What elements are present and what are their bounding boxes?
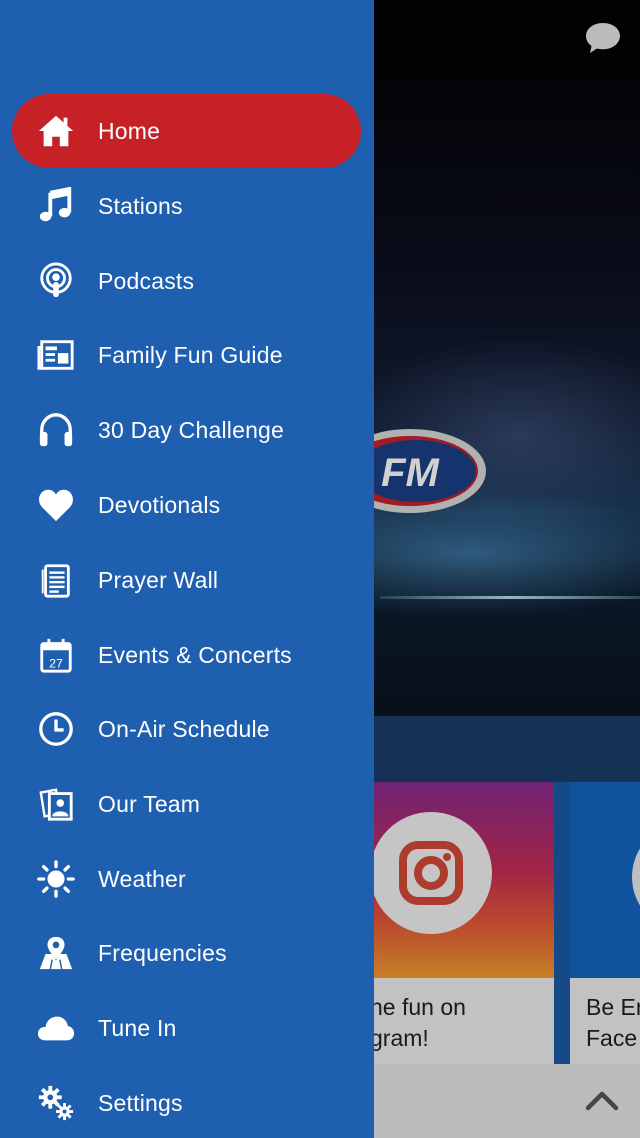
- nav-item-frequencies[interactable]: Frequencies: [12, 916, 361, 990]
- nav-label: Settings: [98, 1089, 183, 1116]
- nav-label: Tune In: [98, 1014, 177, 1041]
- nav-label: Home: [98, 117, 161, 144]
- nav-label: Podcasts: [98, 267, 195, 294]
- nav-label: Events & Concerts: [98, 641, 292, 668]
- nav-item-on-air-schedule[interactable]: On-Air Schedule: [12, 692, 361, 766]
- nav-label: Stations: [98, 192, 183, 219]
- navigation-drawer: Home Stations Podcasts Family Fun Guide …: [0, 0, 374, 1138]
- map-pin-icon: [36, 933, 76, 973]
- nav-label: Devotionals: [98, 491, 221, 518]
- nav-item-30-day-challenge[interactable]: 30 Day Challenge: [12, 393, 361, 467]
- nav-label: 30 Day Challenge: [98, 416, 285, 443]
- cloud-icon: [36, 1008, 76, 1048]
- nav-item-family-fun-guide[interactable]: Family Fun Guide: [12, 318, 361, 392]
- nav-label: Our Team: [98, 790, 201, 817]
- nav-item-settings[interactable]: Settings: [12, 1066, 361, 1138]
- nav-label: Family Fun Guide: [98, 341, 283, 368]
- gears-icon: [36, 1083, 76, 1123]
- nav-label: Prayer Wall: [98, 566, 219, 593]
- nav-item-podcasts[interactable]: Podcasts: [12, 244, 361, 318]
- nav-item-our-team[interactable]: Our Team: [12, 767, 361, 841]
- nav-label: On-Air Schedule: [98, 715, 270, 742]
- nav-item-events-concerts[interactable]: 27 Events & Concerts: [12, 618, 361, 692]
- nav-item-devotionals[interactable]: Devotionals: [12, 468, 361, 542]
- sun-icon: [36, 859, 76, 899]
- nav-item-prayer-wall[interactable]: Prayer Wall: [12, 543, 361, 617]
- home-icon: [36, 111, 76, 151]
- nav-item-tune-in[interactable]: Tune In: [12, 991, 361, 1065]
- clock-icon: [36, 709, 76, 749]
- calendar-icon: 27: [36, 635, 76, 675]
- music-note-icon: [36, 186, 76, 226]
- nav-label: Frequencies: [98, 939, 227, 966]
- headphones-icon: [36, 410, 76, 450]
- nav-item-weather[interactable]: Weather: [12, 842, 361, 916]
- document-icon: [36, 560, 76, 600]
- calendar-day: 27: [49, 656, 63, 670]
- nav-label: Weather: [98, 865, 186, 892]
- podcast-icon: [36, 261, 76, 301]
- photos-icon: [36, 784, 76, 824]
- newspaper-icon: [36, 335, 76, 375]
- nav-item-stations[interactable]: Stations: [12, 169, 361, 243]
- heart-icon: [36, 485, 76, 525]
- nav-item-home[interactable]: Home: [12, 94, 361, 168]
